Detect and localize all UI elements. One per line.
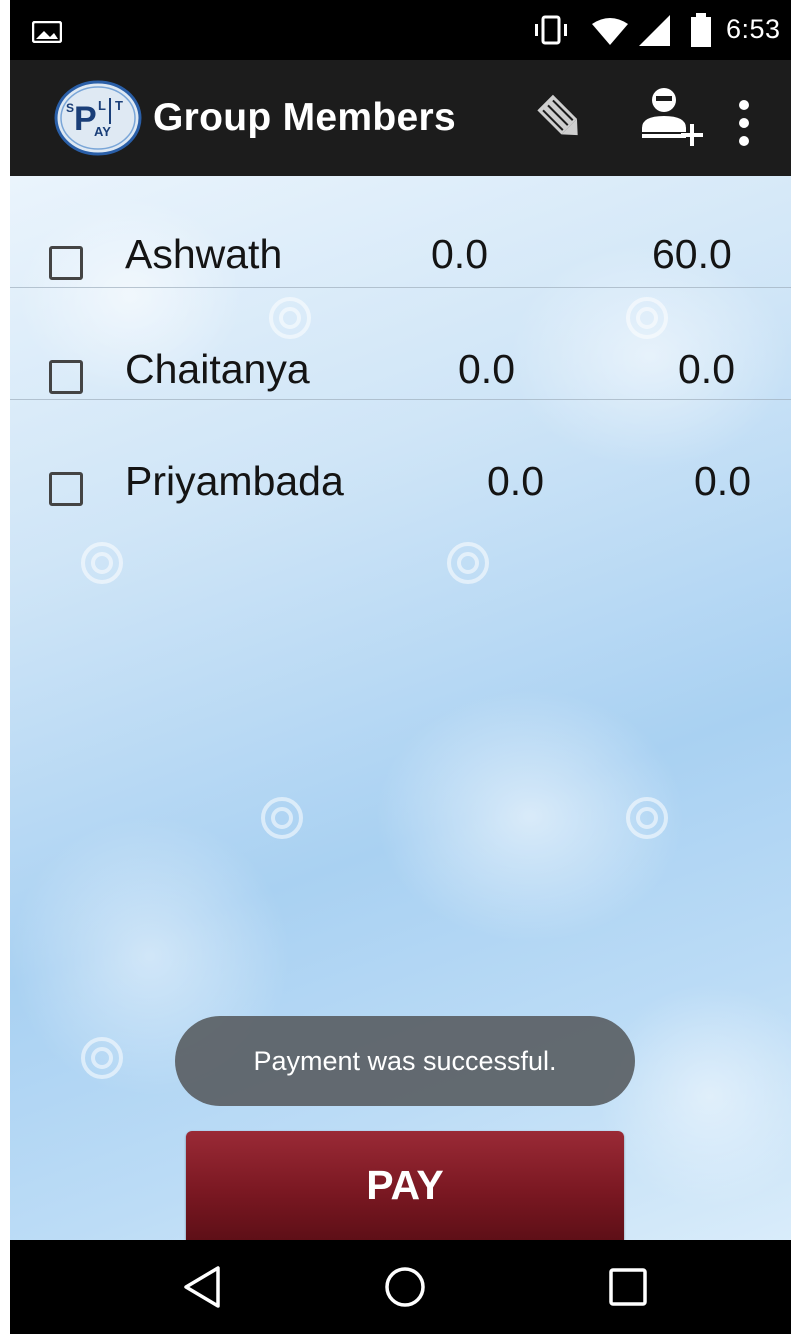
svg-text:T: T xyxy=(115,98,123,113)
member-value-1: 0.0 xyxy=(458,346,515,392)
wifi-icon xyxy=(592,18,628,45)
list-item[interactable]: Chaitanya 0.0 0.0 xyxy=(10,288,791,400)
member-checkbox[interactable] xyxy=(49,472,83,506)
member-value-1: 0.0 xyxy=(431,231,488,277)
watermark-logo-icon xyxy=(81,1037,123,1079)
system-nav-bar xyxy=(10,1240,791,1334)
svg-text:S: S xyxy=(66,101,74,115)
member-checkbox[interactable] xyxy=(49,246,83,280)
member-value-1: 0.0 xyxy=(487,458,544,504)
member-value-2: 0.0 xyxy=(678,346,735,392)
back-icon[interactable] xyxy=(180,1264,226,1310)
app-bar: S P L T AY Group Members xyxy=(10,60,791,176)
pay-button[interactable]: PAY xyxy=(186,1131,624,1240)
recents-icon[interactable] xyxy=(605,1264,651,1310)
watermark-logo-icon xyxy=(447,542,489,584)
member-value-2: 60.0 xyxy=(652,231,732,277)
member-name: Chaitanya xyxy=(125,346,310,392)
member-name: Ashwath xyxy=(125,231,283,277)
more-vert-icon[interactable] xyxy=(737,98,751,148)
watermark-logo-icon xyxy=(81,542,123,584)
status-bar: 6:53 xyxy=(10,0,791,60)
home-icon[interactable] xyxy=(382,1264,428,1310)
image-notification-icon xyxy=(32,21,62,43)
member-checkbox[interactable] xyxy=(49,360,83,394)
phone-screen: 6:53 S P L T AY Group Members Ashwath 0.… xyxy=(10,0,791,1334)
add-user-icon[interactable] xyxy=(636,84,706,148)
watermark-logo-icon xyxy=(626,797,668,839)
member-name: Priyambada xyxy=(125,458,344,504)
svg-text:AY: AY xyxy=(94,124,111,139)
status-time: 6:53 xyxy=(726,14,781,44)
list-item[interactable]: Ashwath 0.0 60.0 xyxy=(10,176,791,288)
watermark-logo-icon xyxy=(261,797,303,839)
signal-icon xyxy=(639,15,670,46)
list-item[interactable]: Priyambada 0.0 0.0 xyxy=(10,400,791,512)
battery-icon xyxy=(691,13,711,47)
vibrate-icon xyxy=(535,15,567,45)
toast-message: Payment was successful. xyxy=(175,1016,635,1106)
page-title: Group Members xyxy=(153,96,456,139)
svg-text:L: L xyxy=(98,98,106,113)
edit-pencil-icon[interactable] xyxy=(534,90,586,142)
member-value-2: 0.0 xyxy=(694,458,751,504)
split-pay-logo-icon: S P L T AY xyxy=(54,80,142,156)
